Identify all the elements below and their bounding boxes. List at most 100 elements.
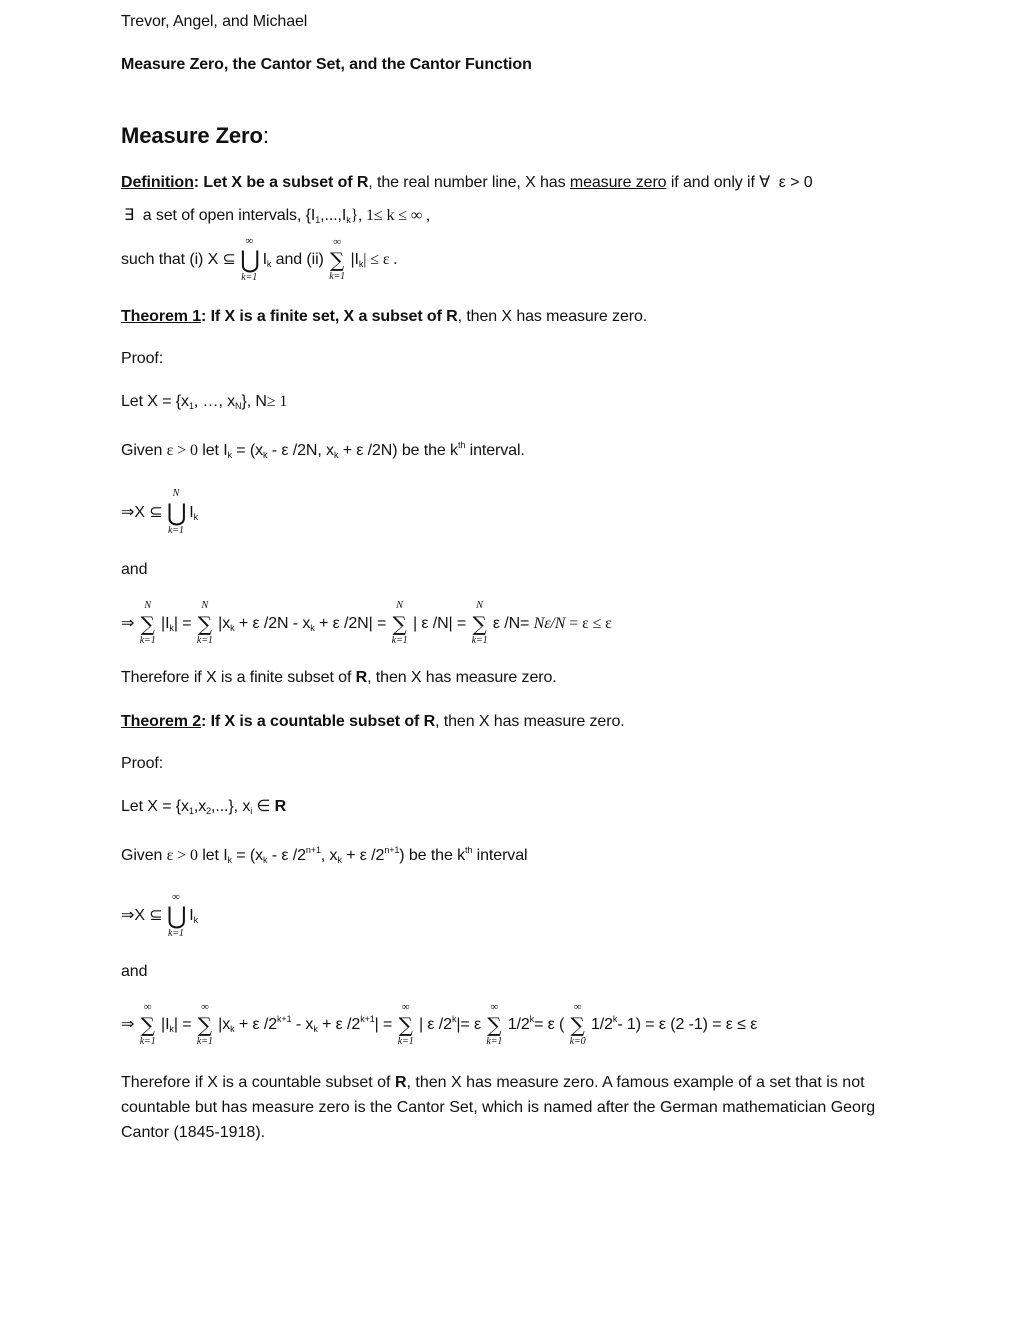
proof-1-sum-line: ⇒ N ∑ k=1 |Ik| = N ∑ k=1 |xk + ε /2N - xk + … xyxy=(121,601,612,646)
epsilon-condition: ε > 0 xyxy=(778,174,813,191)
text: - ε /2N, x xyxy=(267,442,334,459)
sum-icon: ∑ xyxy=(197,1013,212,1037)
text: + ε /2 xyxy=(341,847,385,864)
union-upper-limit: ∞ xyxy=(245,235,254,247)
theorem-2-label: Theorem 2 xyxy=(121,713,202,730)
theorem-2-statement: Theorem 2: If X is a countable subset of… xyxy=(121,712,625,732)
sum-icon: ∑ xyxy=(472,612,487,636)
conclusion-text: Therefore if X is a finite subset of R, … xyxy=(121,669,557,686)
sum-upper-limit: ∞ xyxy=(401,1001,410,1013)
implies-arrow-icon: ⇒ xyxy=(121,615,135,633)
text: Given xyxy=(121,847,167,864)
sum-icon: ∑ xyxy=(330,248,345,272)
text: = (x xyxy=(231,442,264,459)
text: | ε /N| = xyxy=(408,615,467,633)
sum-upper-limit: N xyxy=(144,600,151,611)
measure-zero-term: measure zero xyxy=(569,174,667,191)
sum-operator: ∞ ∑ k=1 xyxy=(397,1002,415,1047)
element-of-symbol: ∈ xyxy=(252,798,275,815)
reals-symbol: R xyxy=(355,669,368,686)
text: |I xyxy=(156,1016,170,1034)
section-heading-text: Measure Zero xyxy=(121,123,263,148)
text: Let X = {x xyxy=(121,798,189,815)
text: ,x xyxy=(193,798,207,815)
theorem-1-bold: : If X is a finite set, X a subset of R xyxy=(201,308,458,325)
proof-1-implies-line: ⇒X ⊆ N ⋃ k=1 Ik xyxy=(121,489,199,536)
proof-2-sum-line: ⇒ ∞ ∑ k=1 |Ik| = ∞ ∑ k=1 |xk + ε /2k+1 - xk … xyxy=(121,1002,758,1047)
superscript: k+1 xyxy=(360,1014,375,1025)
definition-text: | ≤ ε . xyxy=(363,251,398,269)
sum-lower-limit: k=1 xyxy=(196,1036,213,1047)
text: |I xyxy=(156,615,170,633)
sum-upper-limit: ∞ xyxy=(333,236,342,248)
text: , x xyxy=(320,847,338,864)
sum-upper-limit: ∞ xyxy=(573,1001,582,1013)
sum-operator: ∞ ∑ k=1 xyxy=(328,237,346,282)
sum-icon: ∑ xyxy=(140,612,155,636)
text: - ε /2 xyxy=(267,847,306,864)
text: ε /N= xyxy=(488,615,534,633)
definition-text: such that (i) X ⊆ xyxy=(121,251,241,269)
sum-operator: N ∑ k=1 xyxy=(196,601,214,646)
text: ε > 0 xyxy=(166,847,198,864)
definition-text: if and only if xyxy=(666,174,760,191)
section-heading-colon: : xyxy=(262,123,269,148)
union-operator: ∞ ⋃ k=1 xyxy=(166,892,187,939)
text: - 1) = ε (2 -1) = ε ≤ ε xyxy=(617,1016,758,1034)
definition-text: and (ii) xyxy=(271,251,329,269)
proof-1-given-line: Given ε > 0 let Ik = (xk - ε /2N, xk + ε… xyxy=(121,441,525,461)
text: interval. xyxy=(465,442,525,459)
implies-arrow-icon: ⇒ xyxy=(121,1016,135,1034)
text: ≥ 1 xyxy=(266,393,288,410)
text: + ε /2 xyxy=(234,1016,278,1034)
theorem-2-rest: , then X has measure zero. xyxy=(435,713,625,730)
text: ) be the k xyxy=(399,847,466,864)
text: |x xyxy=(213,615,231,633)
text: let I xyxy=(197,847,228,864)
section-heading: Measure Zero: xyxy=(121,123,269,149)
definition-line-1: Definition: Let X be a subset of R, the … xyxy=(121,173,813,193)
union-operator: ∞ ⋃ k=1 xyxy=(240,236,260,283)
subscript: k xyxy=(193,512,199,523)
proof-2-and: and xyxy=(121,963,148,980)
text: | = xyxy=(173,1016,196,1034)
forall-symbol: ∀ xyxy=(759,174,771,191)
text: = (x xyxy=(231,847,264,864)
text: ,...}, x xyxy=(211,798,251,815)
exists-symbol: ∃ xyxy=(124,207,135,224)
text: X ⊆ xyxy=(134,504,167,522)
sum-lower-limit: k=1 xyxy=(139,635,156,646)
sum-upper-limit: ∞ xyxy=(143,1001,152,1013)
text: + ε /2 xyxy=(317,1016,361,1034)
superscript: n+1 xyxy=(384,845,400,855)
text: | = xyxy=(173,615,196,633)
sum-lower-limit: k=1 xyxy=(471,635,488,646)
text: = ε ( xyxy=(534,1016,569,1034)
definition-text: ,...,I xyxy=(320,207,347,224)
text: - x xyxy=(291,1016,314,1034)
sum-upper-limit: N xyxy=(201,600,209,611)
union-icon: ⋃ xyxy=(166,499,187,527)
sum-icon: ∑ xyxy=(398,1013,413,1037)
proof-1-and: and xyxy=(121,561,148,578)
union-icon: ⋃ xyxy=(166,902,187,930)
sum-upper-limit: N xyxy=(476,600,483,611)
authors-line: Trevor, Angel, and Michael xyxy=(121,13,308,30)
sum-operator: N ∑ k=1 xyxy=(471,601,489,646)
definition-statement: : Let X be a subset of R xyxy=(193,174,369,191)
sum-lower-limit: k=1 xyxy=(391,635,408,646)
theorem-1-statement: Theorem 1: If X is a finite set, X a sub… xyxy=(121,307,647,327)
sum-operator: ∞ ∑ k=1 xyxy=(139,1002,157,1047)
text: |= ε xyxy=(456,1016,486,1034)
union-lower-limit: k=1 xyxy=(241,272,258,283)
sum-lower-limit: k=1 xyxy=(196,635,213,646)
sum-icon: ∑ xyxy=(487,1013,502,1037)
union-upper-limit: N xyxy=(172,488,180,499)
sum-upper-limit: ∞ xyxy=(200,1001,209,1013)
sum-lower-limit: k=1 xyxy=(486,1036,503,1047)
text: 1/2 xyxy=(586,1016,613,1034)
text: Nε/N xyxy=(533,615,566,633)
union-lower-limit: k=1 xyxy=(167,928,184,939)
definition-text: , the real number line, X has xyxy=(368,174,570,191)
text: Given xyxy=(121,442,167,459)
